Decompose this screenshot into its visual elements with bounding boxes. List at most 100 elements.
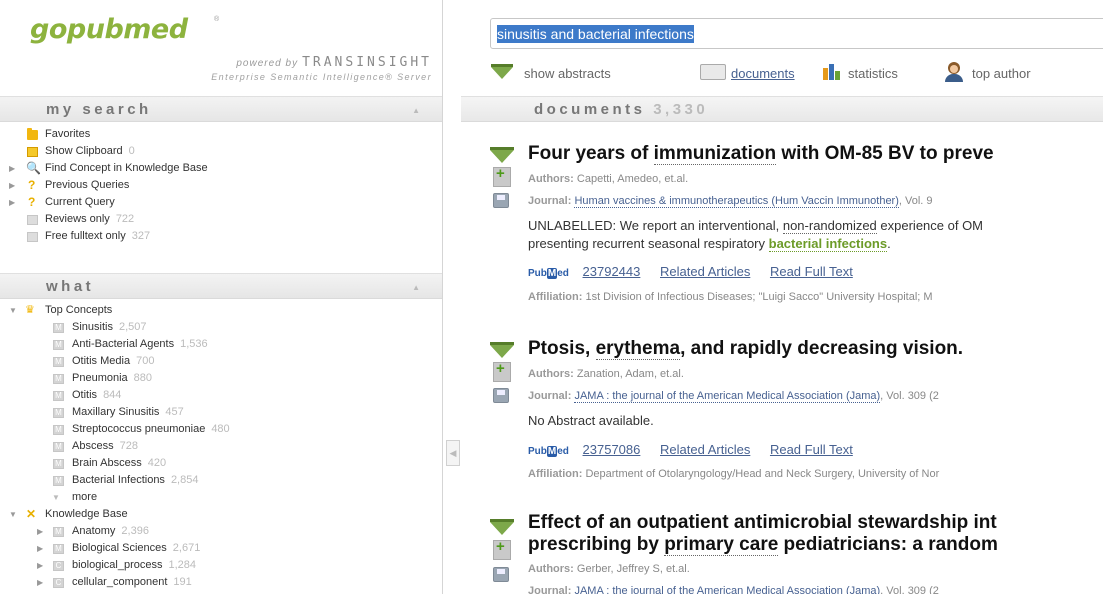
search-input[interactable]: sinusitis and bacterial infections [490,18,1103,49]
concept-item[interactable]: M Maxillary Sinusitis 457 [0,404,442,421]
concept-item[interactable]: M Pneumonia 880 [0,370,442,387]
journal-link[interactable]: JAMA : the journal of the American Medic… [574,585,881,594]
collapse-arrow-icon[interactable]: ▼ [9,302,17,319]
what-list: ▼ ♛ Top Concepts M Sinusitis 2,507 M Anti-Ba… [0,299,442,594]
read-full-text-link[interactable]: Read Full Text [770,442,853,457]
journal-link[interactable]: Human vaccines & immunotherapeutics (Hum… [574,195,899,208]
documents-title: documents 3,330 [534,101,709,118]
concept-item[interactable]: M Otitis 844 [0,387,442,404]
my-search-item-previous-queries[interactable]: ▶ ? Previous Queries [0,177,442,194]
concept-item[interactable]: M Abscess 728 [0,438,442,455]
add-to-clipboard-icon[interactable] [493,165,511,187]
article-affiliation: Affiliation: Department of Otolaryngolog… [528,468,940,480]
knowledge-base-node[interactable]: ▼ ✕ Knowledge Base [0,506,442,523]
left-panel: gopubmed ® powered by TRANSINSIGHT Enterp… [0,0,443,594]
my-search-item-favorites[interactable]: Favorites [0,126,442,143]
journal-link[interactable]: JAMA : the journal of the American Medic… [574,390,881,403]
knowledge-base-item[interactable]: ▶ M Biological Sciences 2,671 [0,540,442,557]
concept-item[interactable]: M Sinusitis 2,507 [0,319,442,336]
knowledge-base-list: ▶ M Anatomy 2,396 ▶ M Biological Sciences 2,671… [0,523,442,594]
mesh-icon: M [53,391,64,401]
related-articles-link[interactable]: Related Articles [660,442,750,457]
my-search-item-find-concept[interactable]: ▶ 🔍 Find Concept in Knowledge Base [0,160,442,177]
article-authors: Authors: Gerber, Jeffrey S, et.al. [528,563,690,575]
ontology-icon: C [53,578,64,588]
concept-item[interactable]: M Anti-Bacterial Agents 1,536 [0,336,442,353]
mesh-icon: M [53,340,64,350]
logo-area: gopubmed ® powered by TRANSINSIGHT Enterp… [0,0,442,96]
expand-arrow-icon[interactable]: ▶ [9,160,17,177]
concept-list: M Sinusitis 2,507 M Anti-Bacterial Agents 1,5… [0,319,442,489]
my-search-title: my search [46,101,152,118]
pubmed-logo: PubMed [528,268,569,279]
expand-funnel-icon[interactable] [490,519,514,535]
my-search-item-reviews-only[interactable]: Reviews only 722 [0,211,442,228]
clipboard-icon [27,147,38,157]
collapse-arrow-icon[interactable]: ▼ [9,506,17,523]
expand-arrow-icon[interactable]: ▶ [9,177,17,194]
top-author-tab[interactable]: top author [945,62,1055,82]
documents-tab[interactable]: documents [700,62,825,82]
pmid-link[interactable]: 23792443 [583,264,641,279]
expand-arrow-icon[interactable]: ▶ [37,557,45,574]
article-links: PubMed 23792443 Related Articles Read Fu… [528,264,869,279]
what-header[interactable]: what ▲ [0,273,442,299]
article-title[interactable]: Effect of an outpatient antimicrobial st… [528,512,998,556]
logo-trademark: ® [214,16,220,23]
article-abstract: No Abstract available. [528,413,654,428]
more-concepts-link[interactable]: ▼ more [0,489,442,506]
question-icon: ? [28,178,36,192]
my-search-header[interactable]: my search ▲ [0,96,442,122]
expand-arrow-icon[interactable]: ▶ [37,540,45,557]
expand-funnel-icon[interactable] [490,147,514,163]
save-icon[interactable] [493,193,509,208]
knowledge-base-item[interactable]: ▶ Cbiological_process 1,284 [0,557,442,574]
funnel-icon [491,64,513,79]
collapse-arrow-icon[interactable]: ▲ [412,106,420,115]
my-search-item-clipboard[interactable]: Show Clipboard 0 [0,143,442,160]
ontology-icon: M [53,544,64,554]
panel-collapse-handle[interactable]: ◀ [446,440,460,466]
knowledge-base-icon: ✕ [26,507,37,521]
knowledge-base-item[interactable]: ▶ M Anatomy 2,396 [0,523,442,540]
save-icon[interactable] [493,567,509,582]
document-icon [27,215,38,225]
related-articles-link[interactable]: Related Articles [660,264,750,279]
knowledge-base-item[interactable]: ▶ Ccellular_component 191 [0,574,442,591]
statistics-tab[interactable]: statistics [823,62,933,82]
article-title[interactable]: Four years of immunization with OM-85 BV… [528,143,994,165]
pmid-link[interactable]: 23757086 [583,442,641,457]
concept-item[interactable]: M Otitis Media 700 [0,353,442,370]
article-journal: Journal: Human vaccines & immunotherapeu… [528,195,933,208]
expand-arrow-icon[interactable]: ▶ [37,523,45,540]
read-full-text-link[interactable]: Read Full Text [770,264,853,279]
question-icon: ? [28,195,36,209]
enterprise-tagline: Enterprise Semantic Intelligence® Server [211,72,432,82]
article-title[interactable]: Ptosis, erythema, and rapidly decreasing… [528,338,963,360]
expand-arrow-icon[interactable]: ▶ [37,574,45,591]
concept-item[interactable]: M Bacterial Infections 2,854 [0,472,442,489]
gopubmed-logo[interactable]: gopubmed [30,14,188,45]
toolbar: show abstracts documents statistics top … [490,60,1103,84]
magnifier-icon: 🔍 [26,161,41,175]
collapse-arrow-icon[interactable]: ▲ [412,283,420,292]
article-journal: Journal: JAMA : the journal of the Ameri… [528,585,939,594]
save-icon[interactable] [493,388,509,403]
add-to-clipboard-icon[interactable] [493,360,511,382]
show-abstracts-button[interactable]: show abstracts [490,62,640,82]
main-area: sinusitis and bacterial infections show … [461,0,1103,594]
ontology-icon: C [53,561,64,571]
my-search-item-free-fulltext[interactable]: Free fulltext only 327 [0,228,442,245]
mesh-icon: M [53,425,64,435]
my-search-list: Favorites Show Clipboard 0 ▶ 🔍 Find Conce… [0,122,442,273]
add-to-clipboard-icon[interactable] [493,538,511,560]
top-concepts-node[interactable]: ▼ ♛ Top Concepts [0,302,442,319]
folder-icon [27,128,38,140]
expand-arrow-icon[interactable]: ▶ [9,194,17,211]
concept-item[interactable]: M Streptococcus pneumoniae 480 [0,421,442,438]
concept-item[interactable]: M Brain Abscess 420 [0,455,442,472]
expand-funnel-icon[interactable] [490,342,514,358]
article-journal: Journal: JAMA : the journal of the Ameri… [528,390,939,403]
mesh-icon: M [53,442,64,452]
my-search-item-current-query[interactable]: ▶ ? Current Query [0,194,442,211]
